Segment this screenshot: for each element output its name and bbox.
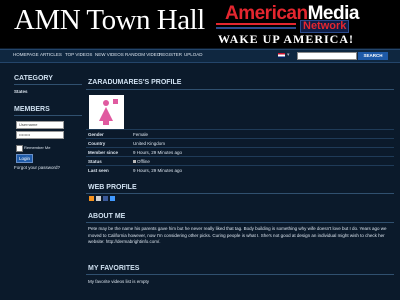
logo-stripe-blue <box>216 27 296 29</box>
website-icon[interactable] <box>96 196 101 201</box>
nav-top-videos[interactable]: TOP VIDEOS <box>65 52 92 57</box>
nav-upload[interactable]: UPLOAD <box>184 52 203 57</box>
rss-icon[interactable] <box>89 196 94 201</box>
offline-icon <box>133 160 136 164</box>
profile-value: Female <box>133 132 149 137</box>
favorites-empty-text: My favorite videos list is empty <box>88 279 150 284</box>
favorites-heading: MY FAVORITES <box>88 265 140 272</box>
uk-flag-icon[interactable] <box>278 53 285 58</box>
profile-label: Last seen <box>88 168 109 173</box>
username-field[interactable]: Username <box>16 121 64 129</box>
nav-random-video[interactable]: RANDOM VIDEO <box>125 52 160 57</box>
remember-me-checkbox[interactable] <box>16 145 23 152</box>
search-button[interactable]: SEARCH <box>358 52 388 60</box>
logo-american: American <box>225 3 308 24</box>
favorites-divider <box>86 274 394 275</box>
nav-new-videos[interactable]: NEW VIDEOS <box>95 52 124 57</box>
twitter-icon[interactable] <box>110 196 115 201</box>
female-badge-icon <box>112 98 119 105</box>
profile-value: 9 Hours, 29 Minutes ago <box>133 168 183 173</box>
nav-articles[interactable]: ARTICLES <box>40 52 62 57</box>
nav-homepage[interactable]: HOMEPAGE <box>13 52 39 57</box>
profile-label: Country <box>88 141 106 146</box>
header: AMN Town Hall AmericanMedia Network WAKE… <box>0 0 400 48</box>
logo-stripe-red <box>216 23 296 25</box>
web-profile-divider <box>86 193 394 194</box>
profile-value: 9 Hours, 29 Minutes ago <box>133 150 183 155</box>
site-title[interactable]: AMN Town Hall <box>14 4 205 37</box>
logo-tagline: WAKE UP AMERICA! <box>218 32 355 46</box>
status-text: Offline <box>137 159 150 164</box>
profile-row-last-seen: Last seen 9 Hours, 29 Minutes ago <box>86 165 394 175</box>
password-field[interactable]: •••••••• <box>16 131 64 139</box>
profile-label: Member since <box>88 150 119 155</box>
members-heading: MEMBERS <box>14 106 82 116</box>
avatar-legs <box>103 121 109 125</box>
avatar-head <box>103 100 109 106</box>
category-item-states[interactable]: States <box>14 89 28 94</box>
search-input[interactable] <box>297 52 357 60</box>
facebook-icon[interactable] <box>103 196 108 201</box>
avatar-body <box>99 107 113 121</box>
profile-status-value: Offline <box>133 159 150 164</box>
login-button[interactable]: Login <box>16 154 33 163</box>
chevron-down-icon[interactable]: ▾ <box>287 52 290 58</box>
profile-divider <box>86 89 394 90</box>
profile-value: United Kingdom <box>133 141 166 146</box>
web-profile-heading: WEB PROFILE <box>88 184 137 191</box>
profile-heading: ZARADUMARES'S PROFILE <box>88 79 182 86</box>
category-heading: CATEGORY <box>14 75 82 85</box>
nav-register[interactable]: REGISTER <box>159 52 182 57</box>
forgot-password-link[interactable]: Forgot your password? <box>14 165 60 170</box>
remember-me-label: Remember Me <box>24 145 51 150</box>
about-divider <box>86 222 394 223</box>
about-text: Pete may be the name his parents gave hi… <box>88 226 387 244</box>
profile-label: Status <box>88 159 102 164</box>
american-media-network-logo[interactable]: AmericanMedia Network WAKE UP AMERICA! <box>213 3 396 46</box>
avatar <box>89 95 124 129</box>
profile-label: Gender <box>88 132 104 137</box>
about-heading: ABOUT ME <box>88 213 126 220</box>
